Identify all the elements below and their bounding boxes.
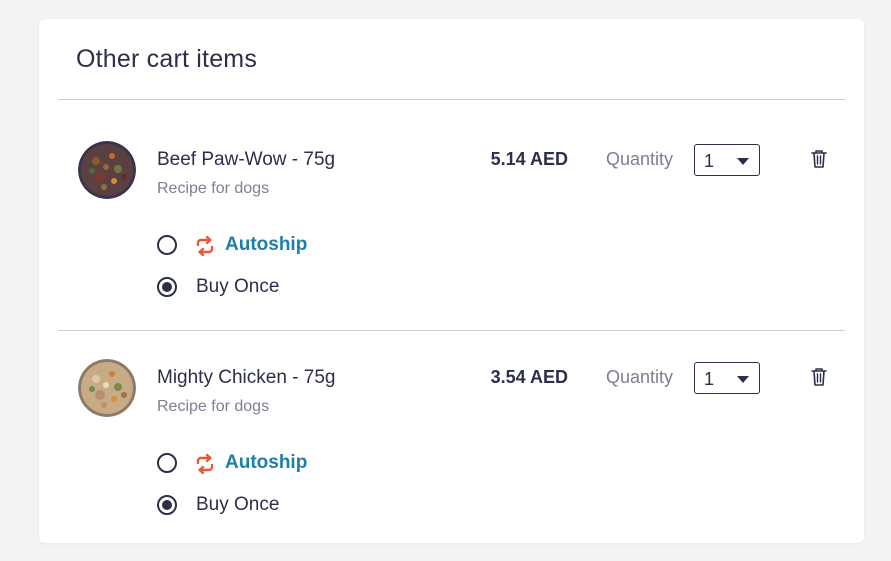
trash-icon[interactable] <box>809 148 829 170</box>
product-price: 3.54 AED <box>490 367 568 387</box>
product-name[interactable]: Beef Paw-Wow - 75g <box>157 149 335 171</box>
section-title: Other cart items <box>76 45 258 73</box>
repeat-icon <box>196 453 214 475</box>
quantity-label: Quantity <box>606 367 674 387</box>
quantity-select[interactable]: 1 <box>694 144 760 176</box>
autoship-label: Autoship <box>225 234 308 255</box>
caret-down-icon <box>737 376 749 383</box>
other-cart-items-card: Other cart items Beef Paw-Wow - 75g Reci… <box>39 19 864 543</box>
quantity-select[interactable]: 1 <box>694 362 760 394</box>
product-image <box>78 359 136 417</box>
quantity-value: 1 <box>704 151 715 171</box>
buy-once-option[interactable]: Buy Once <box>157 494 357 518</box>
divider <box>58 330 845 331</box>
cart-item: Mighty Chicken - 75g Recipe for dogs 3.5… <box>39 337 864 547</box>
trash-icon[interactable] <box>809 366 829 388</box>
repeat-icon <box>196 235 214 257</box>
product-subtitle: Recipe for dogs <box>157 180 270 197</box>
quantity-label: Quantity <box>606 149 674 169</box>
product-image <box>78 141 136 199</box>
product-subtitle: Recipe for dogs <box>157 398 270 415</box>
buy-once-option[interactable]: Buy Once <box>157 276 357 300</box>
buy-once-radio[interactable] <box>157 495 177 515</box>
caret-down-icon <box>737 158 749 165</box>
autoship-radio[interactable] <box>157 453 177 473</box>
autoship-option[interactable]: Autoship <box>157 234 357 258</box>
product-price: 5.14 AED <box>490 149 568 169</box>
buy-once-label: Buy Once <box>196 276 280 297</box>
autoship-option[interactable]: Autoship <box>157 452 357 476</box>
buy-once-label: Buy Once <box>196 494 280 515</box>
quantity-value: 1 <box>704 369 715 389</box>
cart-item: Beef Paw-Wow - 75g Recipe for dogs 5.14 … <box>39 119 864 329</box>
autoship-radio[interactable] <box>157 235 177 255</box>
product-name[interactable]: Mighty Chicken - 75g <box>157 367 335 389</box>
divider <box>58 99 845 100</box>
autoship-label: Autoship <box>225 452 308 473</box>
buy-once-radio[interactable] <box>157 277 177 297</box>
